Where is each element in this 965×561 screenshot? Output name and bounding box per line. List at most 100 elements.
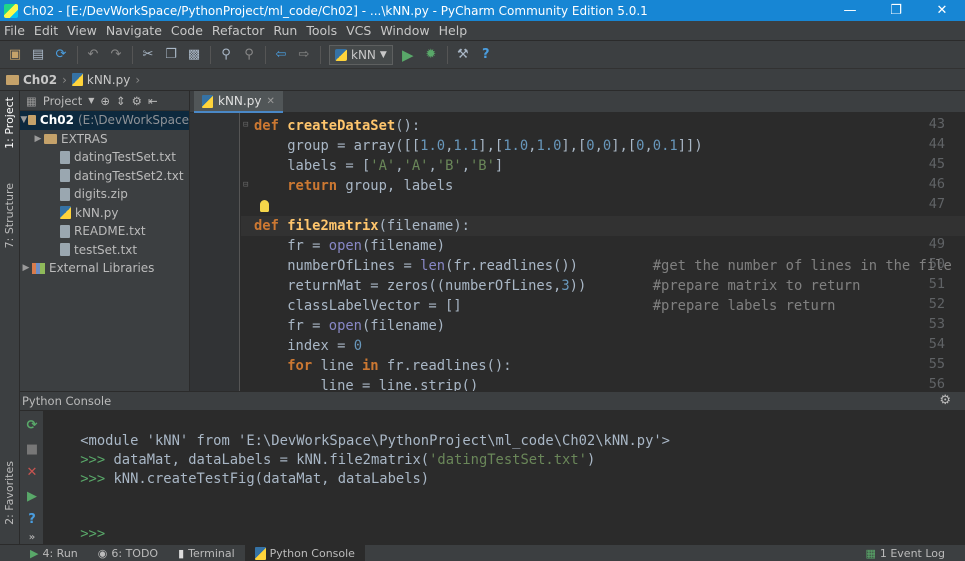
line-number: 56: [928, 376, 945, 391]
tree-item-testset[interactable]: testSet.txt: [20, 241, 189, 260]
python-console[interactable]: <module 'kNN' from 'E:\DevWorkSpace\Pyth…: [44, 411, 965, 544]
menu-tools[interactable]: Tools: [302, 23, 342, 38]
console-input-line[interactable]: >>>: [47, 506, 105, 542]
main-toolbar: ▣ ▤ ⟳ ↶ ↷ ✂ ❐ ▩ ⚲ ⚲ ⇦ ⇨ kNN ▼ ▶ ✹ ⚒ ?: [0, 41, 965, 69]
chevron-down-icon[interactable]: ▼: [88, 96, 94, 105]
menu-run[interactable]: Run: [269, 23, 302, 38]
locate-icon[interactable]: ⊕: [100, 94, 110, 108]
event-log-button[interactable]: ▦ 1 Event Log: [865, 545, 945, 561]
line-number: 44: [928, 136, 945, 152]
menu-help[interactable]: Help: [435, 23, 473, 38]
toolbar-separator: [320, 45, 321, 64]
text-file-icon: [60, 150, 70, 164]
tree-item-external-libraries[interactable]: ▶ External Libraries: [20, 259, 189, 278]
cut-icon[interactable]: ✂: [137, 44, 159, 66]
menu-window[interactable]: Window: [376, 23, 434, 38]
save-icon[interactable]: ▤: [27, 44, 49, 66]
menu-edit[interactable]: Edit: [30, 23, 63, 38]
breadcrumb-ch02[interactable]: Ch02: [6, 73, 57, 87]
menu-view[interactable]: View: [63, 23, 102, 38]
python-file-icon: [71, 73, 83, 86]
menu-navigate[interactable]: Navigate: [102, 23, 167, 38]
collapsed-arrow-icon[interactable]: ▶: [20, 263, 32, 273]
line-number: 55: [928, 356, 945, 372]
run-configuration-select[interactable]: kNN ▼: [329, 44, 393, 65]
code-editor[interactable]: 43 44 45 46 47 48 49 50 51 52 53 54 55 5…: [190, 113, 965, 391]
undo-icon[interactable]: ↶: [82, 44, 104, 66]
menu-refactor[interactable]: Refactor: [208, 23, 269, 38]
code-line: labels = ['A','A','B','B']: [254, 158, 504, 174]
code-line: fr = open(filename): [254, 238, 446, 254]
line-number: 46: [928, 176, 945, 192]
tab-terminal[interactable]: ▮ Terminal: [168, 545, 245, 561]
fold-marker-icon[interactable]: ⊟: [243, 180, 248, 190]
menu-vcs[interactable]: VCS: [342, 23, 376, 38]
tree-item-label: digits.zip: [74, 187, 128, 202]
tab-knn-py[interactable]: kNN.py ✕: [194, 91, 283, 113]
expanded-arrow-icon[interactable]: ▼: [20, 115, 28, 125]
forward-icon[interactable]: ⇨: [293, 44, 315, 66]
project-panel: ▦ Project ▼ ⊕ ⇕ ⚙ ⇤ ▼ Ch02 (E:\DevWorkSp…: [20, 91, 190, 391]
help-icon[interactable]: ?: [24, 511, 40, 527]
copy-icon[interactable]: ❐: [160, 44, 182, 66]
close-button[interactable]: ✕: [919, 0, 965, 21]
run-configuration-label: kNN: [351, 47, 376, 62]
tab-python-console[interactable]: Python Console: [244, 544, 365, 561]
tree-item-knn-py[interactable]: kNN.py: [20, 204, 189, 223]
replace-icon[interactable]: ⚲: [238, 44, 260, 66]
line-number: 54: [928, 336, 945, 352]
gear-icon[interactable]: ⚙: [132, 94, 142, 108]
help-icon[interactable]: ?: [475, 44, 497, 66]
tab-todo[interactable]: ◉ 6: TODO: [88, 545, 168, 561]
lightbulb-icon[interactable]: [260, 200, 269, 212]
more-icon[interactable]: »: [24, 529, 40, 545]
code-line: group = array([[1.0,1.1],[1.0,1.0],[0,0]…: [254, 138, 703, 154]
back-icon[interactable]: ⇦: [270, 44, 292, 66]
line-number: 45: [928, 156, 945, 172]
collapsed-arrow-icon[interactable]: ▶: [32, 134, 44, 144]
tree-item-root[interactable]: ▼ Ch02 (E:\DevWorkSpace: [20, 111, 189, 130]
run-icon[interactable]: ▶: [397, 44, 419, 66]
tree-item-extras[interactable]: ▶ EXTRAS: [20, 130, 189, 149]
find-icon[interactable]: ⚲: [215, 44, 237, 66]
title-bar: Ch02 - [E:/DevWorkSpace/PythonProject/ml…: [0, 0, 965, 21]
gear-icon[interactable]: ⚙: [939, 393, 951, 408]
menu-file[interactable]: File: [0, 23, 30, 38]
python-icon: [335, 48, 347, 61]
paste-icon[interactable]: ▩: [183, 44, 205, 66]
fold-marker-icon[interactable]: ⊟: [243, 120, 248, 130]
settings-icon[interactable]: ⚒: [452, 44, 474, 66]
toolbar-separator: [132, 45, 133, 64]
redo-icon[interactable]: ↷: [105, 44, 127, 66]
stop-icon[interactable]: ■: [24, 441, 40, 457]
tree-item-label: External Libraries: [49, 261, 155, 276]
tree-item-readme[interactable]: README.txt: [20, 222, 189, 241]
python-file-icon: [60, 206, 71, 220]
collapse-icon[interactable]: ⇕: [116, 94, 126, 108]
tree-item-datingtestset2[interactable]: datingTestSet2.txt: [20, 167, 189, 186]
python-icon: [254, 546, 266, 560]
hide-icon[interactable]: ⇤: [148, 94, 158, 108]
minimize-button[interactable]: —: [827, 0, 873, 21]
execute-icon[interactable]: ▶: [24, 488, 40, 504]
open-icon[interactable]: ▣: [4, 44, 26, 66]
debug-icon[interactable]: ✹: [420, 44, 442, 66]
breadcrumb-knn[interactable]: kNN.py: [71, 73, 130, 87]
menu-code[interactable]: Code: [167, 23, 208, 38]
tab-label: Python Console: [269, 546, 355, 560]
tab-structure[interactable]: 7: Structure: [3, 183, 16, 248]
close-icon[interactable]: ✕: [24, 464, 40, 480]
tab-favorites[interactable]: 2: Favorites: [3, 461, 16, 525]
maximize-button[interactable]: ❐: [873, 0, 919, 21]
rerun-icon[interactable]: ⟳: [24, 417, 40, 433]
code-line: returnMat = zeros((numberOfLines,3)) #pr…: [254, 278, 861, 294]
sync-icon[interactable]: ⟳: [50, 44, 72, 66]
close-tab-icon[interactable]: ✕: [266, 96, 274, 107]
project-view-select[interactable]: Project: [43, 94, 82, 108]
tab-project[interactable]: 1: Project: [3, 97, 16, 149]
left-tool-strip: 1: Project 7: Structure 2: Favorites: [0, 91, 20, 544]
tab-run[interactable]: ▶ 4: Run: [20, 545, 88, 561]
tree-item-digits-zip[interactable]: digits.zip: [20, 185, 189, 204]
tree-item-label: testSet.txt: [74, 242, 138, 257]
tree-item-datingtestset[interactable]: datingTestSet.txt: [20, 148, 189, 167]
